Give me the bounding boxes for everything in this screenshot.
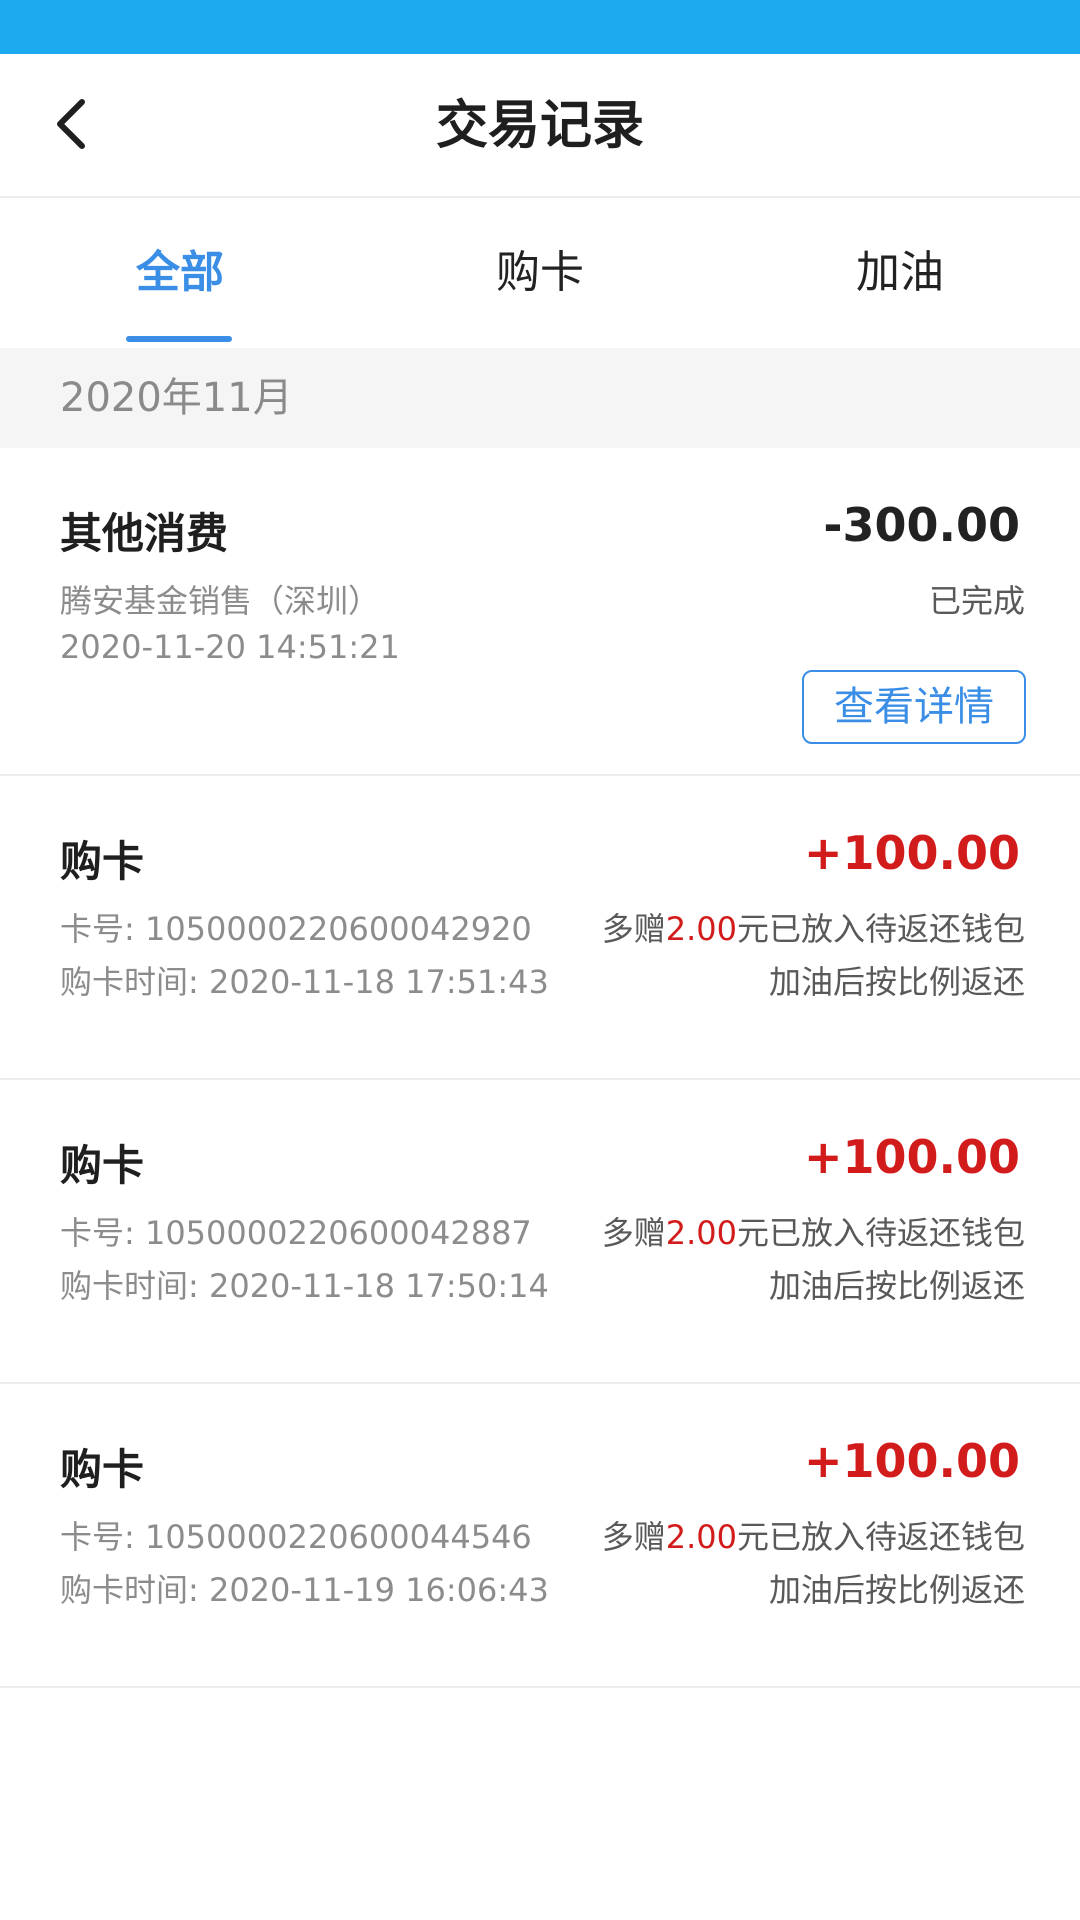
chevron-left-icon [52, 96, 92, 156]
status-bar [0, 0, 1080, 54]
view-details-button[interactable]: 查看详情 [802, 670, 1026, 744]
record-title: 购卡 [60, 837, 145, 886]
record-time: 2020-11-20 14:51:21 [60, 628, 400, 666]
active-tab-indicator [126, 336, 232, 342]
tab-refuel[interactable]: 加油 [720, 198, 1080, 348]
bonus-prefix: 多赠 [601, 910, 666, 948]
navigation-bar: 交易记录 [0, 54, 1080, 198]
tab-buy-card[interactable]: 购卡 [360, 198, 720, 348]
record-title: 其他消费 [60, 509, 229, 558]
record-bonus-note: 多赠2.00元已放入待返还钱包 [602, 1512, 1025, 1558]
record-amount: +100.00 [803, 1130, 1020, 1184]
record-card-number: 卡号: 1050000220600042920 [60, 910, 532, 948]
bonus-suffix: 元已放入待返还钱包 [736, 1518, 1025, 1556]
bonus-suffix: 元已放入待返还钱包 [736, 1214, 1025, 1252]
record-purchase-time: 购卡时间: 2020-11-18 17:51:43 [60, 963, 549, 1001]
record-return-note: 加油后按比例返还 [768, 963, 1025, 1001]
bonus-amount: 2.00 [665, 1214, 737, 1252]
record-card-number: 卡号: 1050000220600042887 [60, 1214, 532, 1252]
transaction-record[interactable]: 购卡 +100.00 卡号: 1050000220600042887 购卡时间:… [0, 1080, 1080, 1384]
record-purchase-time: 购卡时间: 2020-11-19 16:06:43 [60, 1571, 549, 1609]
transaction-record[interactable]: 购卡 +100.00 卡号: 1050000220600042920 购卡时间:… [0, 776, 1080, 1080]
record-return-note: 加油后按比例返还 [768, 1571, 1025, 1609]
tab-all[interactable]: 全部 [0, 198, 360, 348]
record-amount: +100.00 [803, 1434, 1020, 1488]
month-header: 2020年11月 [0, 348, 1080, 448]
record-card-number: 卡号: 1050000220600044546 [60, 1518, 532, 1556]
bonus-prefix: 多赠 [601, 1518, 666, 1556]
bonus-amount: 2.00 [665, 1518, 737, 1556]
transaction-record[interactable]: 购卡 +100.00 卡号: 1050000220600044546 购卡时间:… [0, 1384, 1080, 1688]
record-bonus-note: 多赠2.00元已放入待返还钱包 [602, 1208, 1025, 1254]
bonus-prefix: 多赠 [601, 1214, 666, 1252]
record-bonus-note: 多赠2.00元已放入待返还钱包 [602, 904, 1025, 950]
record-status: 已完成 [928, 582, 1025, 620]
record-title: 购卡 [60, 1141, 145, 1190]
bonus-suffix: 元已放入待返还钱包 [736, 910, 1025, 948]
record-title: 购卡 [60, 1445, 145, 1494]
page-title: 交易记录 [435, 96, 644, 156]
record-purchase-time: 购卡时间: 2020-11-18 17:50:14 [60, 1267, 549, 1305]
record-amount: -300.00 [823, 498, 1020, 552]
transaction-record[interactable]: 其他消费 -300.00 腾安基金销售（深圳） 已完成 2020-11-20 1… [0, 448, 1080, 776]
record-merchant: 腾安基金销售（深圳） [60, 582, 381, 620]
record-return-note: 加油后按比例返还 [768, 1267, 1025, 1305]
record-amount: +100.00 [803, 826, 1020, 880]
back-button[interactable] [36, 90, 108, 162]
bonus-amount: 2.00 [665, 910, 737, 948]
tab-bar: 全部 购卡 加油 [0, 198, 1080, 348]
